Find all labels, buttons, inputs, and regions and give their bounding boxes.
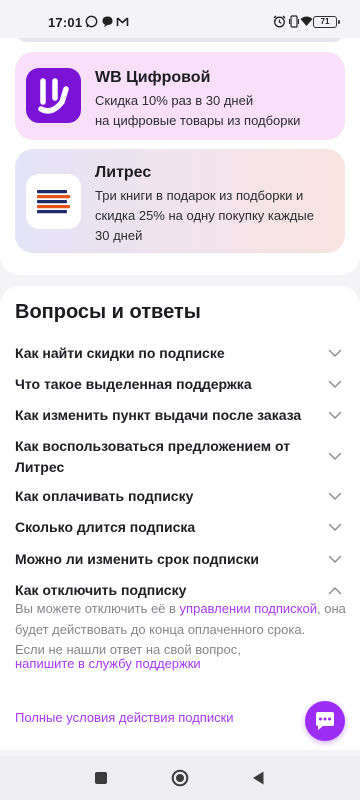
chevron-down-icon <box>328 523 342 532</box>
faq-item-change-pickup-point[interactable]: Как изменить пункт выдачи после заказа <box>15 405 345 426</box>
system-navigation-bar <box>0 756 360 800</box>
faq-section: Вопросы и ответы Как найти скидки по под… <box>0 286 360 750</box>
offer-description: Скидка 10% раз в 30 дней на цифровые тов… <box>95 93 301 128</box>
litres-logo-icon <box>26 174 81 229</box>
faq-question: Что такое выделенная поддержка <box>15 376 252 392</box>
offer-description: Три книги в подарок из подборки и скидка… <box>95 188 314 243</box>
faq-question: Можно ли изменить срок подписки <box>15 551 259 567</box>
support-chat-button[interactable] <box>305 701 345 741</box>
wifi-icon <box>300 15 313 28</box>
support-link[interactable]: напишите в службу поддержки <box>15 656 201 671</box>
chevron-down-icon <box>328 555 342 564</box>
gmail-icon <box>116 15 129 28</box>
faq-question: Как воспользоваться предложением от Литр… <box>15 438 291 475</box>
faq-question: Как изменить пункт выдачи после заказа <box>15 407 302 423</box>
whatsapp-icon <box>85 15 98 28</box>
faq-title: Вопросы и ответы <box>15 301 201 323</box>
offer-title: Литрес <box>95 164 152 181</box>
chevron-down-icon <box>328 452 342 461</box>
back-icon[interactable] <box>249 768 269 788</box>
faq-item-duration[interactable]: Сколько длится подписка <box>15 517 345 538</box>
status-time: 17:01 <box>48 15 83 30</box>
terms-link[interactable]: Полные условия действия подписки <box>15 710 234 725</box>
chevron-down-icon <box>328 380 342 389</box>
chevron-down-icon <box>328 492 342 501</box>
chevron-up-icon <box>328 586 342 595</box>
chevron-down-icon <box>328 349 342 358</box>
faq-item-litres-offer[interactable]: Как воспользоваться предложением от Литр… <box>15 436 345 478</box>
wb-digital-logo-icon <box>26 68 81 123</box>
battery-icon: 71 <box>313 16 340 28</box>
offer-wb-digital[interactable]: WB Цифровой Скидка 10% раз в 30 дней на … <box>15 52 345 140</box>
offer-title: WB Цифровой <box>95 69 211 86</box>
chat-icon <box>316 712 334 730</box>
faq-answer: Вы можете отключить её в управлении подп… <box>15 601 346 637</box>
offer-litres[interactable]: Литрес Три книги в подарок из подборки и… <box>15 149 345 253</box>
faq-item-how-to-pay[interactable]: Как оплачивать подписку <box>15 486 345 507</box>
vibrate-icon <box>289 15 299 28</box>
recent-apps-icon[interactable] <box>91 768 111 788</box>
chat-bubble-icon <box>101 15 114 28</box>
faq-item-cancel-subscription[interactable]: Как отключить подписку <box>15 580 345 601</box>
faq-question: Как найти скидки по подписке <box>15 345 225 361</box>
alarm-icon <box>273 15 286 28</box>
battery-level: 71 <box>320 17 330 26</box>
home-icon[interactable] <box>170 768 190 788</box>
faq-question: Как оплачивать подписку <box>15 488 194 504</box>
manage-subscription-link[interactable]: управлении подпиской <box>180 601 317 616</box>
faq-question: Как отключить подписку <box>15 582 187 598</box>
faq-item-find-discounts[interactable]: Как найти скидки по подписке <box>15 343 345 364</box>
faq-item-change-term[interactable]: Можно ли изменить срок подписки <box>15 549 345 570</box>
chevron-down-icon <box>328 411 342 420</box>
status-bar: 17:01 71 <box>0 0 360 38</box>
faq-question: Сколько длится подписка <box>15 519 196 535</box>
faq-item-dedicated-support[interactable]: Что такое выделенная поддержка <box>15 374 345 395</box>
